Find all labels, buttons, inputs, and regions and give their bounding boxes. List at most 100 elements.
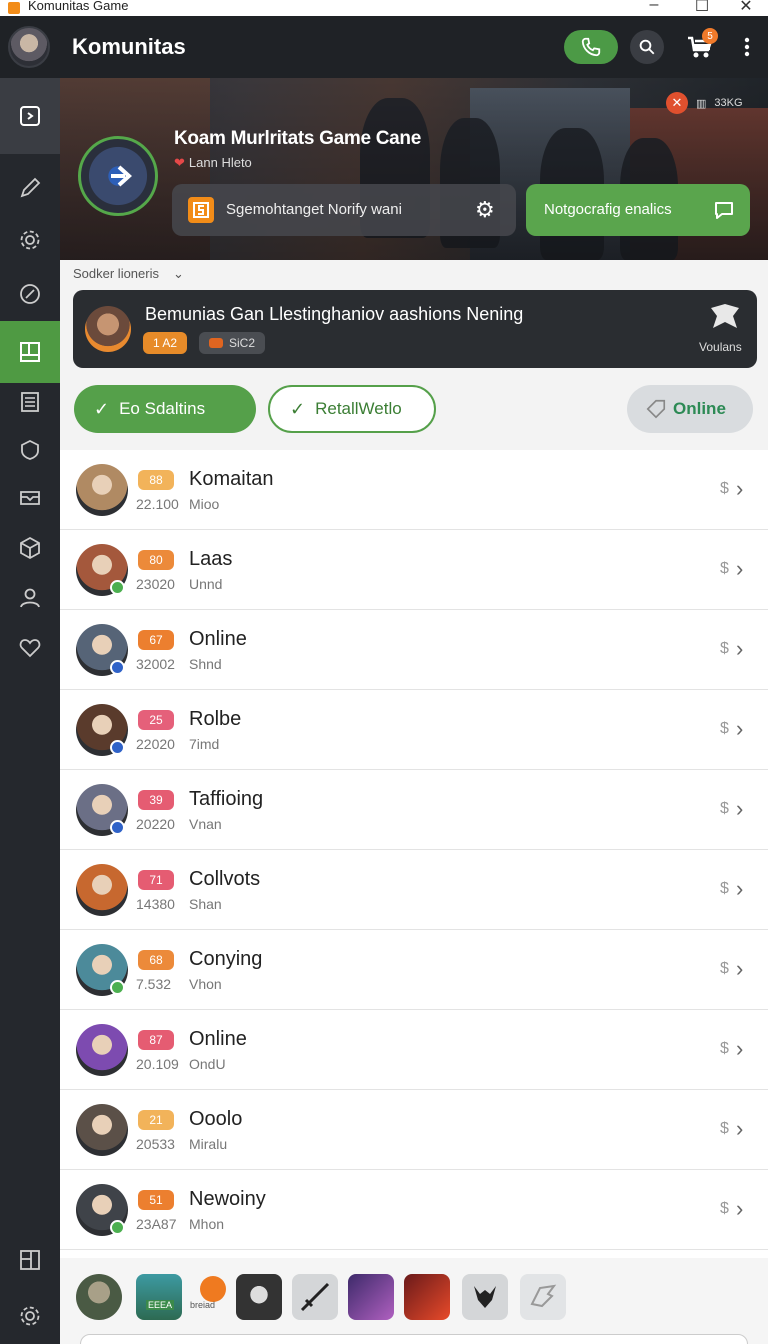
bottom-chat-label: breiad [190, 1300, 216, 1310]
table-row[interactable]: 51 23A87 Newoiny Mhon $ › [60, 1170, 768, 1250]
bottom-sword-icon[interactable] [292, 1274, 338, 1320]
notify-settings-box[interactable]: Sgemohtanget Norify wani ⚙ [172, 184, 516, 236]
close-window-icon[interactable]: ✕ [736, 0, 756, 16]
member-score: 14380 [136, 896, 175, 912]
hero-subtitle: ❤ Lann Hleto [174, 155, 252, 171]
sidebar-item-home[interactable] [0, 78, 60, 154]
notify-app-icon [188, 197, 214, 223]
cart-count-badge: 5 [702, 28, 718, 44]
sidebar-item-settings[interactable] [0, 214, 60, 266]
filter-button-secondary[interactable]: ✓ RetallWetlo [268, 385, 436, 433]
filter-button-primary[interactable]: ✓ Eo Sdaltins [74, 385, 256, 433]
sidebar-item-shield[interactable] [0, 424, 60, 476]
bottom-hero-icon[interactable] [348, 1274, 394, 1320]
search-button[interactable] [630, 30, 664, 64]
table-row[interactable]: 87 20.109 Online OndU $ › [60, 1010, 768, 1090]
sidebar-item-items[interactable] [0, 522, 60, 574]
member-score: 23A87 [136, 1216, 177, 1232]
sidebar-item-inbox[interactable] [0, 472, 60, 524]
shield-icon [21, 439, 39, 460]
member-score: 22.100 [136, 496, 179, 512]
status-dot [110, 740, 125, 755]
hero-subtitle-text: Lann Hleto [188, 155, 252, 170]
featured-pill-rank-text: SiC2 [229, 336, 256, 350]
currency-icon: $ [720, 640, 729, 657]
profile-avatar[interactable] [8, 26, 50, 68]
tag-icon [646, 399, 666, 419]
filter-label: Online [673, 399, 726, 418]
level-badge: 87 [138, 1030, 174, 1050]
chevron-right-icon[interactable]: › [736, 1036, 743, 1062]
maximize-icon[interactable]: ☐ [692, 0, 712, 16]
currency-icon: $ [720, 1120, 729, 1137]
sidebar-item-community[interactable] [0, 321, 60, 383]
bottom-fire-icon[interactable] [404, 1274, 450, 1320]
hero-cta-button[interactable]: Notgocrafig enalics [526, 184, 750, 236]
section-label[interactable]: Sodker lioneris ⌄ [73, 266, 184, 282]
featured-card[interactable]: Bemunias Gan Llestinghaniov aashions Nen… [73, 290, 757, 368]
bottom-wing-icon[interactable] [520, 1274, 566, 1320]
chevron-right-icon[interactable]: › [736, 556, 743, 582]
table-row[interactable]: 67 32002 Online Shnd $ › [60, 610, 768, 690]
table-row[interactable]: 71 14380 Collvots Shan $ › [60, 850, 768, 930]
user-icon [20, 588, 40, 608]
sidebar-item-edit[interactable] [0, 162, 60, 214]
filter-label: Eo Sdaltins [119, 399, 206, 418]
currency-icon: $ [720, 800, 729, 817]
chevron-right-icon[interactable]: › [736, 796, 743, 822]
bottom-chat-icon[interactable] [190, 1274, 236, 1320]
chevron-down-icon: ⌄ [173, 266, 184, 281]
chevron-right-icon[interactable]: › [736, 636, 743, 662]
member-avatar [76, 1104, 128, 1156]
team-logo-icon [711, 304, 739, 328]
message-input[interactable] [80, 1334, 748, 1344]
table-row[interactable]: 21 20533 Ooolo Miralu $ › [60, 1090, 768, 1170]
sidebar-item-favorites[interactable] [0, 622, 60, 674]
chevron-right-icon[interactable]: › [736, 1196, 743, 1222]
chevron-right-icon[interactable]: › [736, 716, 743, 742]
currency-icon: $ [720, 960, 729, 977]
member-subtitle: OndU [189, 1056, 226, 1072]
section-label-text: Sodker lioneris [73, 266, 159, 281]
sidebar-item-preferences[interactable] [0, 1290, 60, 1342]
online-filter-button[interactable]: Online [627, 385, 753, 433]
member-name: Taffioing [189, 788, 264, 810]
member-score: 22020 [136, 736, 175, 752]
featured-avatar [85, 306, 131, 352]
member-avatar [76, 864, 128, 916]
table-row[interactable]: 88 22.100 Komaitan Mioo $ › [60, 450, 768, 530]
community-emblem[interactable] [78, 136, 158, 216]
minimize-icon[interactable]: – [644, 0, 664, 14]
member-subtitle: 7imd [189, 736, 220, 752]
bottom-avatar-1[interactable] [76, 1274, 122, 1320]
table-row[interactable]: 80 23020 Laas Unnd $ › [60, 530, 768, 610]
chevron-right-icon[interactable]: › [736, 1116, 743, 1142]
hero-title: Koam Murlritats Game Cane [174, 128, 421, 149]
member-score: 7.532 [136, 976, 172, 992]
hero-corner-controls: ✕ ▥ 33KG [666, 92, 743, 114]
level-badge: 51 [138, 1190, 174, 1210]
chevron-right-icon[interactable]: › [736, 476, 743, 502]
sidebar-item-explore[interactable] [0, 268, 60, 320]
close-icon[interactable]: ✕ [666, 92, 688, 114]
level-badge: 25 [138, 710, 174, 730]
featured-name: Bemunias Gan Llestinghaniov aashions Nen… [145, 304, 524, 324]
chevron-right-icon[interactable]: › [736, 956, 743, 982]
sidebar-item-layout[interactable] [0, 1234, 60, 1286]
table-row[interactable]: 39 20220 Taffioing Vnan $ › [60, 770, 768, 850]
bottom-mask-icon[interactable] [236, 1274, 282, 1320]
more-menu-button[interactable] [734, 30, 760, 64]
sidebar-item-profile[interactable] [0, 572, 60, 624]
phone-icon [581, 37, 601, 57]
member-subtitle: Mioo [189, 496, 220, 512]
gear-icon[interactable]: ⚙ [475, 197, 495, 223]
chevron-right-icon[interactable]: › [736, 876, 743, 902]
search-icon [639, 39, 655, 55]
sidebar-item-list[interactable] [0, 376, 60, 428]
table-row[interactable]: 25 22020 Rolbe 7imd $ › [60, 690, 768, 770]
bottom-team-icon[interactable] [136, 1274, 182, 1320]
heart-icon [19, 639, 41, 658]
bottom-demon-icon[interactable] [462, 1274, 508, 1320]
call-button[interactable] [564, 30, 618, 64]
table-row[interactable]: 68 7.532 Conying Vhon $ › [60, 930, 768, 1010]
